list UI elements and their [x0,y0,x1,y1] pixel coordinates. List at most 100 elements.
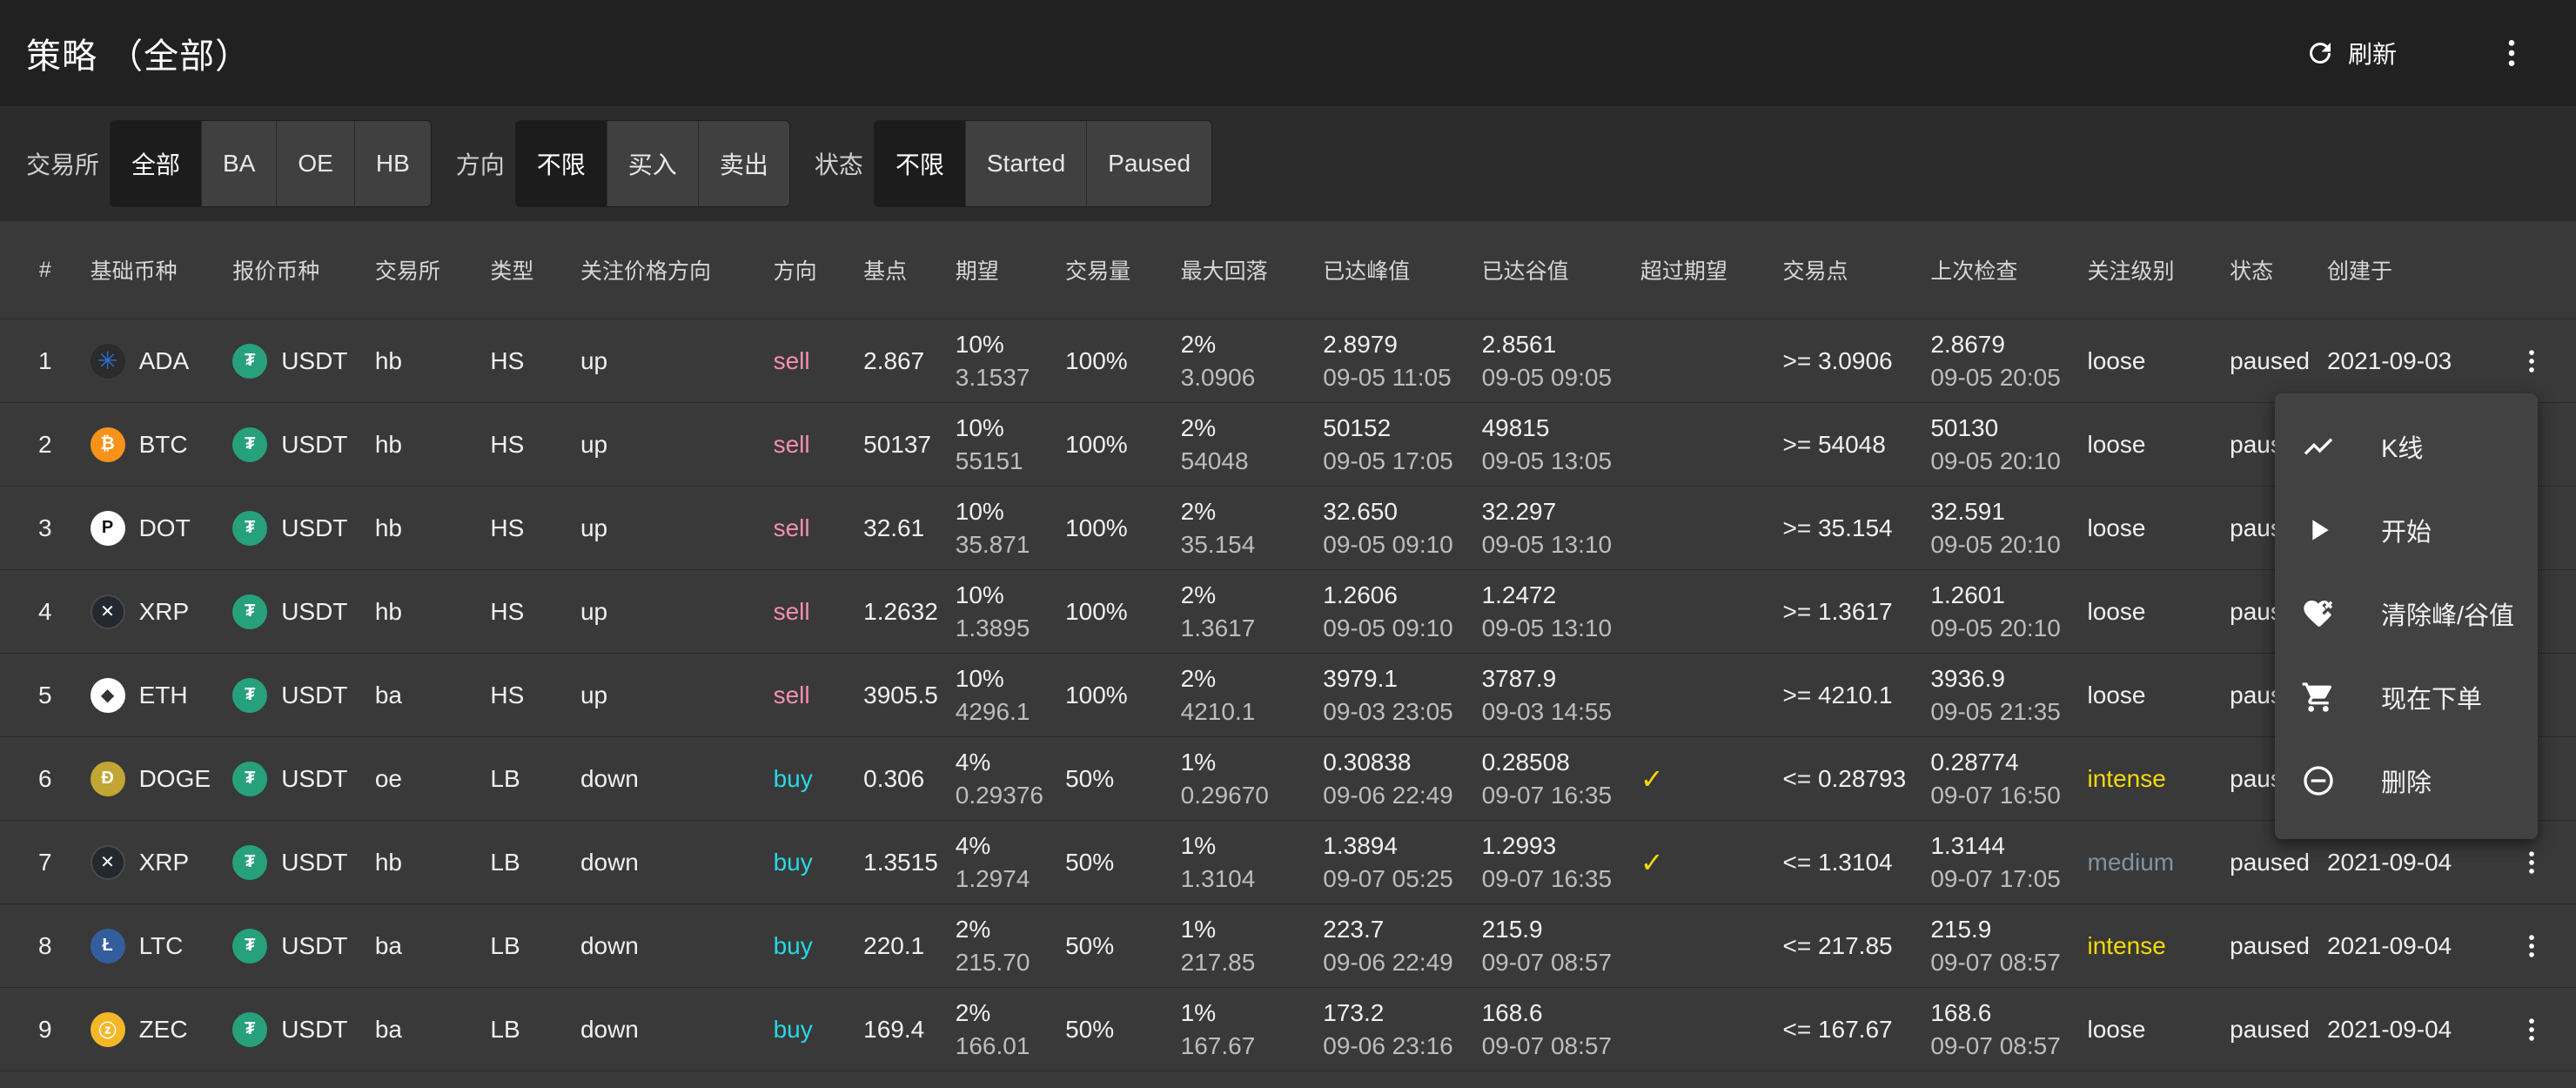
table-row[interactable]: 5 ◆ ETH ₮ USDT ba HS up sell 3905.5 10% 4296.1 100% 2… [0,653,2576,737]
header-max-drop[interactable]: 最大回落 [1180,221,1324,319]
cell-direction: sell [773,653,864,737]
cell-exchange: oe [374,736,491,821]
exchange-filter-ba[interactable]: BA [201,121,277,206]
menu-item-delete[interactable]: 删除 [2275,739,2538,823]
drop-value: 0.29670 [1180,781,1269,809]
direction-filter-any[interactable]: 不限 [515,121,607,206]
more-menu-button[interactable] [2494,36,2529,71]
cell-expect: 10% 3.1537 [955,319,1066,403]
expect-percent: 10% [955,330,1004,358]
cell-created: 2021-09-04 [2326,987,2488,1071]
status-filter-group: 不限 Started Paused [873,120,1213,207]
header-last-check[interactable]: 上次检查 [1930,221,2088,319]
header-peak[interactable]: 已达峰值 [1323,221,1482,319]
base-symbol: BTC [138,430,188,458]
table-body: 1 ✳ ADA ₮ USDT hb HS up sell 2.867 10% 3.1537 100% 2%… [0,319,2576,1071]
direction-filter-buy[interactable]: 买入 [606,121,698,206]
cell-expect: 2% 166.01 [955,987,1066,1071]
status-filter-paused[interactable]: Paused [1086,121,1212,206]
drop-value: 54048 [1180,447,1249,474]
exchange-filter-oe[interactable]: OE [276,121,354,206]
header-exchange[interactable]: 交易所 [374,221,491,319]
base-symbol: LTC [138,931,184,959]
header-index[interactable]: # [0,221,91,319]
row-menu-button[interactable] [2487,931,2576,961]
table-row[interactable]: 8 Ł LTC ₮ USDT ba LB down buy 220.1 2% 215.70 50% 1% 2… [0,903,2576,988]
cell-expect: 10% 1.3895 [955,569,1066,654]
header-watch-direction[interactable]: 关注价格方向 [580,221,774,319]
refresh-button[interactable]: 刷新 [2304,36,2397,71]
header-quote[interactable]: 报价币种 [232,221,375,319]
cell-exchange: hb [374,402,491,487]
peak-value: 2.8979 [1323,330,1398,358]
header-level[interactable]: 关注级别 [2087,221,2231,319]
header-exceed[interactable]: 超过期望 [1640,221,1783,319]
valley-value: 49815 [1481,413,1550,441]
cell-trade-point: <= 1.3104 [1782,820,1931,904]
header-valley[interactable]: 已达谷值 [1481,221,1640,319]
cell-valley: 32.297 09-05 13:10 [1481,486,1640,570]
row-menu-button[interactable] [2487,1015,2576,1044]
last-check-time: 09-05 20:10 [1930,447,2061,474]
table-row[interactable]: 9 ⓩ ZEC ₮ USDT ba LB down buy 169.4 2% 166.01 50% 1% 1… [0,987,2576,1071]
quote-symbol: USDT [281,430,348,458]
header-volume[interactable]: 交易量 [1065,221,1181,319]
last-check-time: 09-07 08:57 [1930,1031,2061,1059]
expect-percent: 2% [955,915,991,943]
cell-max-drop: 1% 1.3104 [1180,820,1324,904]
row-menu-button[interactable] [2487,848,2576,877]
expect-percent: 4% [955,748,991,776]
check-icon: ✓ [1640,762,1664,795]
status-filter-started[interactable]: Started [964,121,1087,206]
table-row[interactable]: 1 ✳ ADA ₮ USDT hb HS up sell 2.867 10% 3.1537 100% 2%… [0,319,2576,403]
usdt-coin-icon: ₮ [232,594,268,629]
header-expect[interactable]: 期望 [955,221,1066,319]
menu-item-start[interactable]: 开始 [2275,488,2538,572]
header-trade-point[interactable]: 交易点 [1782,221,1931,319]
cell-last-check: 2.8679 09-05 20:05 [1930,319,2088,403]
cell-level: medium [2087,820,2231,904]
header-base[interactable]: 基础币种 [90,221,233,319]
peak-time: 09-05 11:05 [1323,363,1452,391]
direction-filter-label: 方向 [455,151,505,178]
header-type[interactable]: 类型 [490,221,580,319]
quote-symbol: USDT [281,514,348,541]
table-row[interactable]: 6 Ð DOGE ₮ USDT oe LB down buy 0.306 4% 0.29376 50% 1… [0,736,2576,821]
table-row[interactable]: 2 ₿ BTC ₮ USDT hb HS up sell 50137 10% 55151 100% 2% 5… [0,402,2576,487]
ada-coin-icon: ✳ [90,343,125,379]
table-row[interactable]: 7 ✕ XRP ₮ USDT hb LB down buy 1.3515 4% 1.2974 50% 1%… [0,820,2576,904]
cell-max-drop: 2% 35.154 [1180,486,1324,570]
cell-peak: 223.7 09-06 22:49 [1323,903,1482,988]
valley-value: 1.2993 [1481,831,1557,859]
header-status[interactable]: 状态 [2230,221,2327,319]
table-row[interactable]: 3 P DOT ₮ USDT hb HS up sell 32.61 10% 35.871 100% 2%… [0,486,2576,570]
status-filter-any[interactable]: 不限 [874,121,965,206]
cell-basis: 1.3515 [863,820,956,904]
row-menu-button[interactable] [2487,346,2576,376]
direction-filter-sell[interactable]: 卖出 [697,121,789,206]
cell-type: LB [490,903,580,988]
menu-item-clear-peak-valley[interactable]: 清除峰/谷值 [2275,572,2538,655]
exchange-filter-all[interactable]: 全部 [111,121,202,206]
exchange-filter-hb[interactable]: HB [353,121,431,206]
menu-item-kline[interactable]: K线 [2275,405,2538,488]
table-row[interactable]: 4 ✕ XRP ₮ USDT hb HS up sell 1.2632 10% 1.3895 100% 2… [0,569,2576,654]
last-check-value: 1.2601 [1930,581,2005,608]
btc-coin-icon: ₿ [90,426,125,462]
cell-index: 9 [0,987,91,1071]
header-basis[interactable]: 基点 [863,221,956,319]
cell-volume: 100% [1065,486,1181,570]
cell-last-check: 3936.9 09-05 21:35 [1930,653,2088,737]
valley-time: 09-05 09:05 [1481,363,1613,391]
cell-valley: 215.9 09-07 08:57 [1481,903,1640,988]
drop-percent: 1% [1180,998,1217,1026]
header-direction[interactable]: 方向 [773,221,864,319]
app-bar: 策略 （全部） 刷新 [0,0,2576,106]
menu-item-order-now[interactable]: 现在下单 [2275,655,2538,739]
cell-last-check: 32.591 09-05 20:10 [1930,486,2088,570]
cell-expect: 10% 35.871 [955,486,1066,570]
base-symbol: ETH [138,681,188,709]
header-created[interactable]: 创建于 [2326,221,2488,319]
cell-exchange: ba [374,903,491,988]
cell-base: ⓩ ZEC [90,987,233,1071]
